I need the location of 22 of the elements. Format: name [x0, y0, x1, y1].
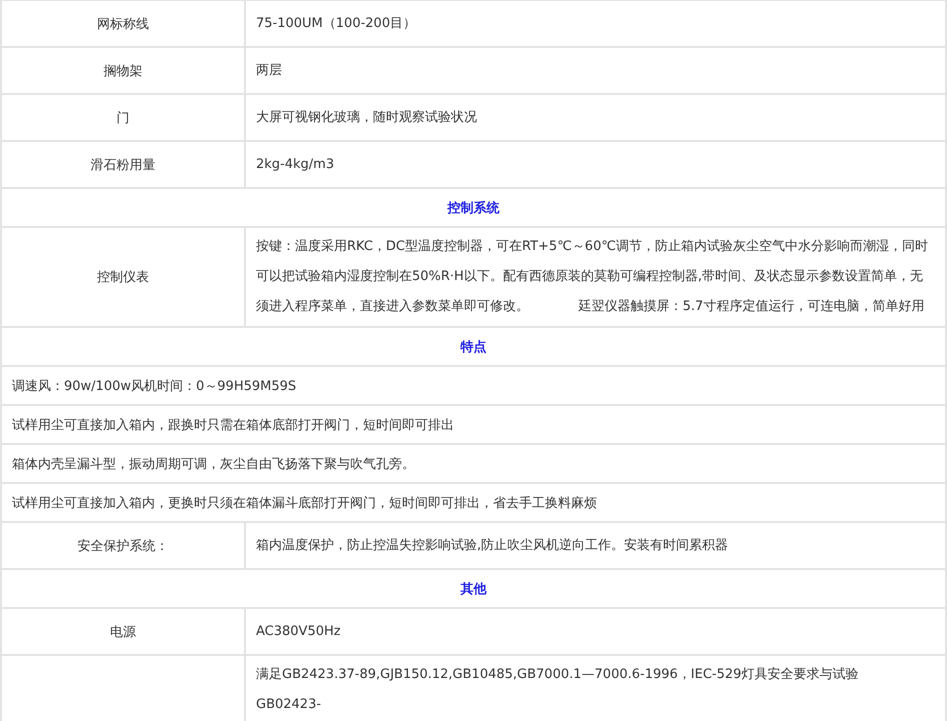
- row-label: 电源: [110, 624, 136, 640]
- feature-text: 箱体内壳呈漏斗型，振动周期可调，灰尘自由飞扬落下聚与吹气孔旁。: [12, 456, 415, 472]
- row-label: 搁物架: [104, 64, 142, 78]
- section-heading: 其他: [460, 582, 486, 596]
- row-label: 安全保护系统：: [78, 538, 168, 554]
- row-label: 门: [116, 110, 130, 126]
- row-value: 按键：温度采用RKC，DC型温度控制器，可在RT+5℃～60℃调节，防止箱内试验灰尘空气中水分影响而潮湿，同时可以把试验箱内湿度控制在50%R·H以下。配有西德原装的莫勒可编程控制器,带时间、及状态显示参数设置简单，无须进入程序菜单，直接进入参数菜单即可修改。 廷翌仪器触摸屏：5.7寸程序定值运行，可连电脑，简单好用: [256, 239, 928, 314]
- row-value: AC380V50Hz: [256, 624, 341, 638]
- row-value: 满足GB2423.37-89,GJB150.12,GB10485,GB7000.1—7000.6-1996，IEC-529灯具安全要求与试验 GB02423-: [256, 667, 860, 712]
- feature-text: 调速风：90w/100w风机时间：0～99H59M59S: [12, 378, 296, 394]
- row-value: 箱内温度保护，防止控温失控影响试验,防止吹尘风机逆向工作。安装有时间累积器: [256, 538, 728, 552]
- row-value: 大屏可视钢化玻璃，随时观察试验状况: [256, 110, 477, 124]
- feature-text: 试样用尘可直接加入箱内，更换时只须在箱体漏斗底部打开阀门，短时间即可排出，省去手工换料麻烦: [12, 496, 597, 510]
- row-value: 两层: [256, 62, 282, 78]
- row-value: 75-100UM（100-200目）: [256, 16, 416, 30]
- feature-text: 试样用尘可直接加入箱内，跟换时只需在箱体底部打开阀门，短时间即可排出: [12, 418, 454, 432]
- section-heading: 特点: [460, 340, 486, 354]
- row-label: 网标称线: [97, 16, 149, 32]
- row-label: 滑石粉用量: [90, 158, 156, 172]
- row-label: 控制仪表: [97, 270, 149, 285]
- section-heading: 控制系统: [448, 200, 500, 216]
- row-value: 2kg-4kg/m3: [256, 156, 334, 172]
